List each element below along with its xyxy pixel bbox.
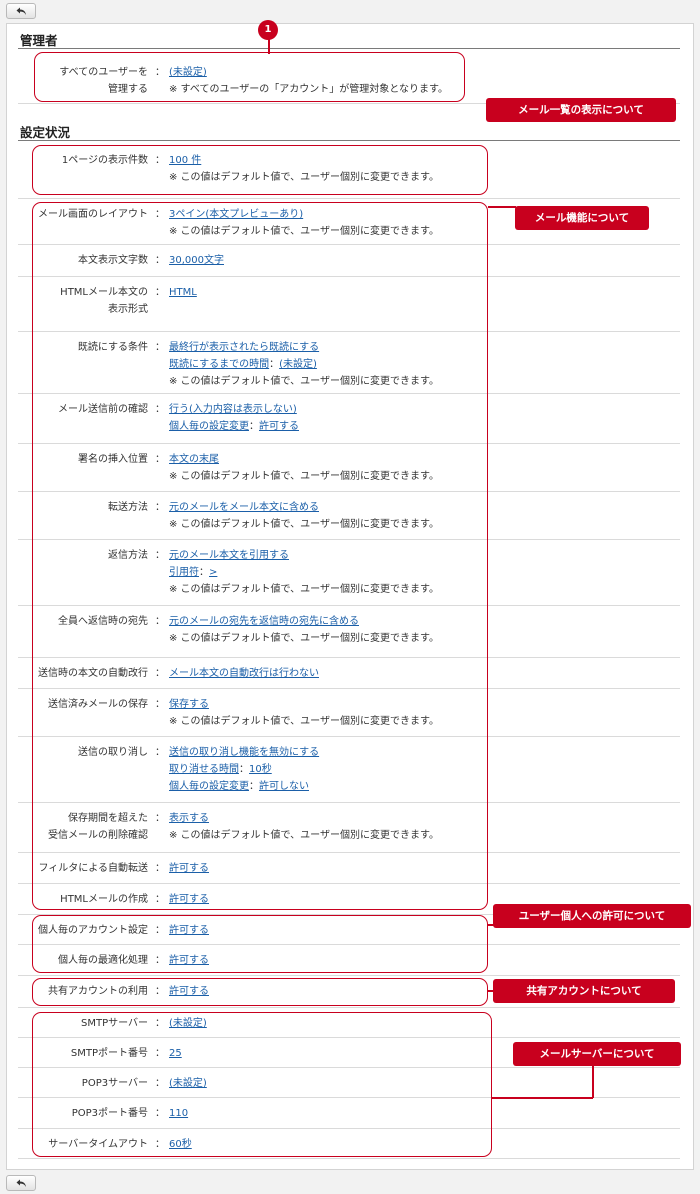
highlight-box-admin bbox=[34, 52, 465, 102]
callout-connector bbox=[492, 1097, 593, 1099]
back-arrow-icon bbox=[16, 1179, 26, 1187]
callout-user-permission: ユーザー個人への許可について bbox=[493, 904, 691, 928]
section-divider bbox=[18, 48, 680, 49]
number-badge: 1 bbox=[258, 20, 278, 40]
highlight-box-list-display bbox=[32, 145, 488, 195]
back-button[interactable] bbox=[6, 3, 36, 19]
highlight-box-mail-server bbox=[32, 1012, 492, 1157]
highlight-box-user-permission bbox=[32, 915, 488, 973]
back-button[interactable] bbox=[6, 1175, 36, 1191]
highlight-box-mail-function bbox=[32, 202, 488, 910]
callout-connector bbox=[488, 206, 516, 208]
callout-mail-function: メール機能について bbox=[515, 206, 649, 230]
callout-list-display: メール一覧の表示について bbox=[486, 98, 676, 122]
section-title-settings: 設定状況 bbox=[20, 125, 71, 140]
callout-mail-server: メールサーバーについて bbox=[513, 1042, 681, 1066]
section-divider bbox=[18, 140, 680, 141]
back-arrow-icon bbox=[16, 7, 26, 15]
highlight-box-shared-account bbox=[32, 978, 488, 1006]
callout-shared-account: 共有アカウントについて bbox=[493, 979, 675, 1003]
callout-connector bbox=[592, 1066, 594, 1098]
section-title-admin: 管理者 bbox=[20, 33, 58, 48]
badge-connector bbox=[268, 38, 270, 54]
